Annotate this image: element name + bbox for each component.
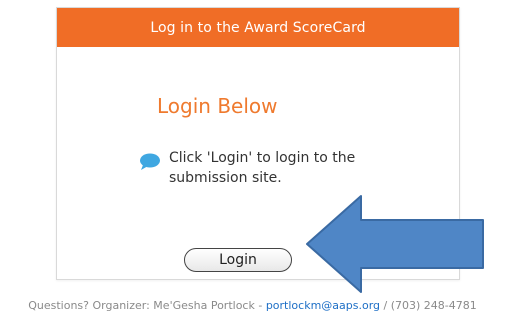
speech-bubble-icon: [140, 153, 160, 170]
organizer-email-link[interactable]: portlockm@aaps.org: [266, 299, 380, 312]
footer-prefix: Questions? Organizer: Me'Gesha Portlock …: [28, 299, 266, 312]
page: Log in to the Award ScoreCard Login Belo…: [0, 0, 505, 330]
footer-contact: Questions? Organizer: Me'Gesha Portlock …: [0, 299, 505, 312]
instruction-text: Click 'Login' to login to the submission…: [169, 150, 356, 186]
left-arrow-icon: [306, 195, 484, 293]
login-heading: Login Below: [157, 94, 278, 118]
panel-header-title: Log in to the Award ScoreCard: [150, 19, 366, 36]
login-instruction: Click 'Login' to login to the submission…: [139, 148, 399, 188]
login-button[interactable]: Login: [184, 248, 292, 272]
footer-phone: / (703) 248-4781: [380, 299, 477, 312]
panel-header: Log in to the Award ScoreCard: [57, 8, 459, 47]
